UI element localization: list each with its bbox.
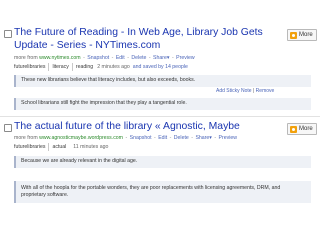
bookmark-title-link[interactable]: The Future of Reading - In Web Age, Libr…	[14, 26, 269, 52]
tag-reading[interactable]: reading	[76, 63, 96, 71]
more-button[interactable]: More	[287, 123, 317, 135]
timestamp: 2 minutes ago	[97, 64, 130, 70]
tag-futurelibraries[interactable]: futurelibraries	[14, 63, 50, 71]
sticky-note-actions: Add Sticky Note | Remove	[216, 88, 274, 95]
preview-link[interactable]: Preview	[219, 135, 237, 141]
more-label: More	[299, 126, 313, 132]
highlight-text: These new librarians believe that litera…	[21, 77, 196, 83]
separator: -	[148, 55, 151, 61]
add-sticky-note-link[interactable]: Add Sticky Note	[216, 88, 252, 94]
preview-link[interactable]: Preview	[176, 55, 194, 61]
source-link[interactable]: www.nytimes.com	[39, 55, 81, 61]
separator: -	[127, 55, 129, 61]
select-checkbox[interactable]	[4, 30, 12, 38]
tag-literacy[interactable]: literacy	[52, 63, 73, 71]
tag-row: futurelibraries literacy reading 2 minut…	[14, 63, 188, 71]
highlight-snippet: With all of the hoopla for the portable …	[14, 181, 311, 203]
separator: -	[191, 135, 193, 141]
highlight-snippet: School librarians still fight the impres…	[14, 98, 311, 110]
share-link[interactable]: Share▾	[153, 55, 169, 61]
bookmark-title-link[interactable]: The actual future of the library « Agnos…	[14, 120, 269, 133]
delete-link[interactable]: Delete	[174, 135, 189, 141]
highlight-snippet: These new librarians believe that litera…	[14, 75, 311, 87]
source-link[interactable]: www.agnosticmaybe.wordpress.com	[39, 135, 123, 141]
timestamp: 11 minutes ago	[73, 144, 109, 150]
remove-link[interactable]: Remove	[256, 88, 275, 94]
highlight-text: Because we are already relevant in the d…	[21, 158, 138, 164]
more-icon	[290, 31, 297, 39]
snapshot-link[interactable]: Snapshot	[130, 135, 152, 141]
separator: -	[125, 135, 128, 141]
separator: -	[169, 135, 172, 141]
source-prefix: more from	[14, 55, 38, 61]
tag-futurelibraries[interactable]: futurelibraries	[14, 143, 50, 151]
delete-link[interactable]: Delete	[131, 55, 146, 61]
tag-actual[interactable]: actual	[52, 143, 69, 151]
more-label: More	[299, 32, 313, 38]
edit-link[interactable]: Edit	[158, 135, 167, 141]
source-meta: more from www.nytimes.com - Snapshot - E…	[14, 54, 195, 62]
highlight-text: School librarians still fight the impres…	[21, 100, 187, 106]
tag-row: futurelibraries actual 11 minutes ago	[14, 143, 108, 151]
highlight-text: With all of the hoopla for the portable …	[21, 185, 281, 198]
source-meta: more from www.agnosticmaybe.wordpress.co…	[14, 134, 237, 142]
highlight-snippet: Because we are already relevant in the d…	[14, 156, 311, 168]
entry-divider	[0, 116, 320, 117]
separator: -	[111, 55, 114, 61]
saved-by-count[interactable]: and saved by 14 people	[133, 63, 188, 71]
source-prefix: more from	[14, 135, 38, 141]
separator: -	[171, 55, 174, 61]
separator: -	[154, 135, 156, 141]
edit-link[interactable]: Edit	[116, 55, 125, 61]
separator: -	[214, 135, 217, 141]
separator: -	[83, 55, 85, 61]
snapshot-link[interactable]: Snapshot	[87, 55, 109, 61]
more-icon	[290, 125, 297, 133]
share-link[interactable]: Share▾	[195, 135, 211, 141]
select-checkbox[interactable]	[4, 124, 12, 132]
more-button[interactable]: More	[287, 29, 317, 41]
